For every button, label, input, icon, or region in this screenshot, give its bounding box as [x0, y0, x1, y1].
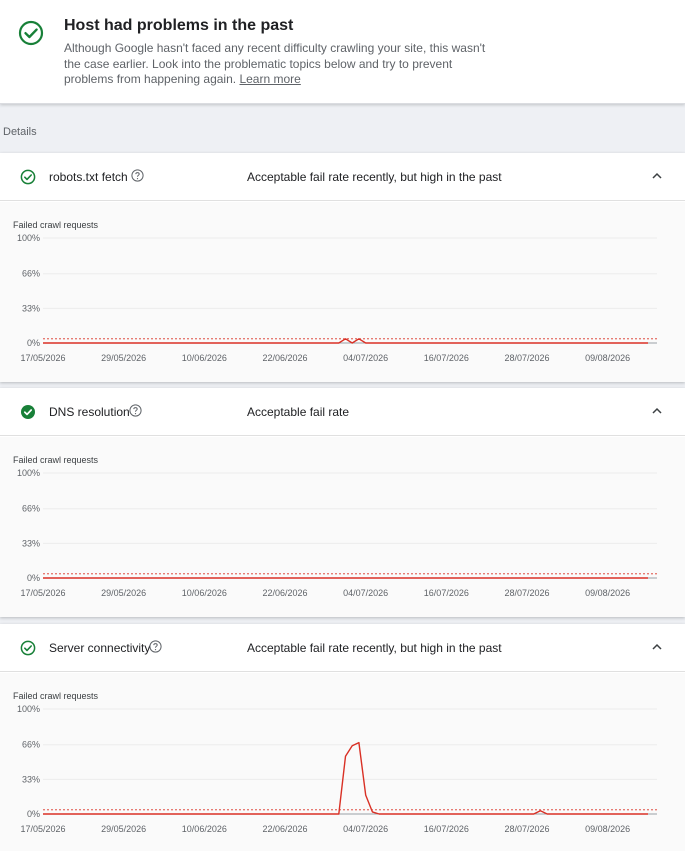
summary-card: Host had problems in the past Although G…: [0, 0, 685, 104]
chart-y-tick-label: 66%: [22, 504, 40, 514]
chart-x-tick-label: 10/06/2026: [182, 824, 227, 834]
chart-y-tick-label: 0%: [27, 338, 40, 348]
chevron-up-icon[interactable]: [651, 406, 663, 416]
section-robots-txt-fetch: robots.txt fetch Acceptable fail rate re…: [0, 153, 685, 382]
section-status: Acceptable fail rate recently, but high …: [247, 170, 502, 184]
chart-x-tick-label: 29/05/2026: [101, 824, 146, 834]
chart-x-tick-label: 09/08/2026: [585, 824, 630, 834]
chart-x-tick-label: 28/07/2026: [504, 824, 549, 834]
chart-svg: Failed crawl requests 100% 66% 33% 0% 17/05/2…: [13, 220, 657, 363]
summary-title: Host had problems in the past: [64, 17, 294, 34]
chart-x-tick-label: 17/05/2026: [20, 824, 65, 834]
chevron-up-icon[interactable]: [651, 171, 663, 181]
chart-y-tick-label: 33%: [22, 774, 40, 784]
chart-x-tick-label: 22/06/2026: [262, 588, 307, 598]
section-name: Server connectivity: [49, 641, 151, 655]
failed-requests-chart: Failed crawl requests 100% 66% 33% 0% 17/05/2…: [0, 673, 685, 851]
chart-y-tick-label: 100%: [17, 233, 40, 243]
chart-svg: Failed crawl requests 100% 66% 33% 0% 17/05/2…: [13, 455, 657, 598]
section-header[interactable]: DNS resolution Acceptable fail rate: [0, 388, 685, 436]
section-server-connectivity: Server connectivity Acceptable fail rate…: [0, 624, 685, 851]
help-icon[interactable]: [131, 169, 144, 182]
check-circle-outline-icon: [18, 20, 44, 46]
chart-x-tick-label: 28/07/2026: [504, 588, 549, 598]
chart-x-tick-label: 09/08/2026: [585, 588, 630, 598]
section-status: Acceptable fail rate recently, but high …: [247, 641, 502, 655]
chart-y-tick-label: 33%: [22, 303, 40, 313]
chevron-up-icon[interactable]: [651, 642, 663, 652]
chart-x-tick-label: 09/08/2026: [585, 353, 630, 363]
chart-y-tick-label: 0%: [27, 573, 40, 583]
chart-x-tick-label: 10/06/2026: [182, 588, 227, 598]
summary-description: Although Google hasn't faced any recent …: [64, 41, 504, 88]
failed-requests-chart: Failed crawl requests 100% 66% 33% 0% 17/05/2…: [0, 202, 685, 382]
section-status: Acceptable fail rate: [247, 405, 350, 419]
chart-axis-title: Failed crawl requests: [13, 220, 99, 230]
chart-svg: Failed crawl requests 100% 66% 33% 0% 17/05/2…: [13, 691, 657, 834]
section-dns-resolution: DNS resolution Acceptable fail rate Fail…: [0, 388, 685, 617]
chart-x-tick-label: 16/07/2026: [424, 824, 469, 834]
chart-y-tick-label: 0%: [27, 809, 40, 819]
check-circle-outline-icon: [20, 169, 36, 185]
chart-x-tick-label: 10/06/2026: [182, 353, 227, 363]
chart-y-tick-label: 33%: [22, 538, 40, 548]
chart-x-tick-label: 16/07/2026: [424, 588, 469, 598]
details-label: Details: [3, 126, 37, 138]
chart-x-tick-label: 17/05/2026: [20, 353, 65, 363]
chart-x-tick-label: 04/07/2026: [343, 824, 388, 834]
section-header[interactable]: robots.txt fetch Acceptable fail rate re…: [0, 153, 685, 201]
chart-x-tick-label: 04/07/2026: [343, 588, 388, 598]
learn-more-link[interactable]: Learn more: [239, 72, 300, 86]
check-circle-outline-icon: [20, 640, 36, 656]
chart-x-tick-label: 28/07/2026: [504, 353, 549, 363]
chart-y-tick-label: 100%: [17, 704, 40, 714]
failed-requests-chart: Failed crawl requests 100% 66% 33% 0% 17/05/2…: [0, 437, 685, 617]
chart-series-line: [43, 338, 648, 344]
chart-x-tick-label: 17/05/2026: [20, 588, 65, 598]
chart-x-tick-label: 22/06/2026: [262, 353, 307, 363]
chart-y-tick-label: 66%: [22, 740, 40, 750]
chart-series-line: [43, 741, 648, 815]
chart-axis-title: Failed crawl requests: [13, 455, 99, 465]
help-icon[interactable]: [149, 640, 162, 653]
section-name: DNS resolution: [49, 405, 130, 419]
chart-x-tick-label: 16/07/2026: [424, 353, 469, 363]
section-name: robots.txt fetch: [49, 170, 128, 184]
chart-x-tick-label: 29/05/2026: [101, 353, 146, 363]
help-icon[interactable]: [129, 404, 142, 417]
chart-x-tick-label: 22/06/2026: [262, 824, 307, 834]
section-header[interactable]: Server connectivity Acceptable fail rate…: [0, 624, 685, 672]
chart-y-tick-label: 100%: [17, 468, 40, 478]
chart-x-tick-label: 04/07/2026: [343, 353, 388, 363]
check-circle-filled-icon: [21, 405, 35, 419]
chart-axis-title: Failed crawl requests: [13, 691, 99, 701]
chart-y-tick-label: 66%: [22, 269, 40, 279]
chart-x-tick-label: 29/05/2026: [101, 588, 146, 598]
